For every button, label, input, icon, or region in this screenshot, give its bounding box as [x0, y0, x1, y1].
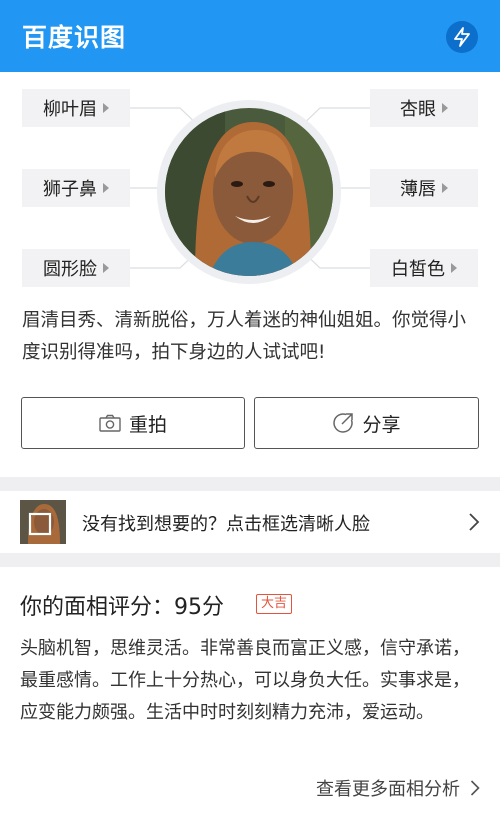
camera-icon	[99, 414, 121, 432]
feature-face-label: 圆形脸	[43, 259, 97, 280]
fortune-badge: 大吉	[256, 594, 293, 614]
share-icon	[333, 413, 354, 433]
more-analysis-link[interactable]: 查看更多面相分析	[316, 775, 480, 801]
caret-right-icon	[103, 183, 109, 193]
caret-right-icon	[442, 183, 448, 193]
caret-right-icon	[451, 263, 457, 273]
caret-right-icon	[103, 103, 109, 113]
face-score-card: 你的面相评分：95分 大吉 头脑机智，思维灵活。非常善良而富正义感，信守承诺，最…	[0, 567, 500, 840]
more-analysis-label: 查看更多面相分析	[316, 779, 460, 800]
reselect-face-row[interactable]: 没有找到想要的？点击框选清晰人脸	[0, 491, 500, 553]
face-photo	[165, 108, 333, 276]
face-score-label: 你的面相评分：95分	[20, 595, 224, 620]
feature-skin[interactable]: 白皙色	[370, 249, 478, 287]
chevron-right-icon	[470, 780, 480, 796]
chevron-right-icon	[469, 513, 480, 531]
feature-lips[interactable]: 薄唇	[370, 169, 478, 207]
app-title: 百度识图	[22, 23, 127, 52]
face-description: 眉清目秀、清新脱俗，万人着迷的神仙姐姐。你觉得小度识别得准吗，拍下身边的人试试吧…	[22, 310, 467, 363]
retake-button-label: 重拍	[128, 413, 167, 436]
retake-button[interactable]: 重拍	[21, 397, 245, 449]
app-header: 百度识图	[0, 0, 500, 72]
reselect-face-text: 没有找到想要的？点击框选清晰人脸	[82, 514, 370, 535]
feature-face[interactable]: 圆形脸	[22, 249, 130, 287]
lightning-icon[interactable]	[446, 21, 478, 53]
caret-right-icon	[442, 103, 448, 113]
feature-lips-label: 薄唇	[400, 179, 436, 200]
feature-eyes[interactable]: 杏眼	[370, 89, 478, 127]
face-thumbnail	[20, 500, 66, 544]
feature-nose[interactable]: 狮子鼻	[22, 169, 130, 207]
feature-eyebrow[interactable]: 柳叶眉	[22, 89, 130, 127]
caret-right-icon	[103, 263, 109, 273]
feature-nose-label: 狮子鼻	[43, 179, 97, 200]
share-button-label: 分享	[362, 413, 401, 436]
share-button[interactable]: 分享	[254, 397, 479, 449]
feature-eyes-label: 杏眼	[400, 99, 436, 120]
feature-eyebrow-label: 柳叶眉	[43, 99, 97, 120]
feature-skin-label: 白皙色	[391, 259, 445, 280]
face-analysis-text: 头脑机智，思维灵活。非常善良而富正义感，信守承诺，最重感情。工作上十分热心，可以…	[20, 638, 470, 723]
